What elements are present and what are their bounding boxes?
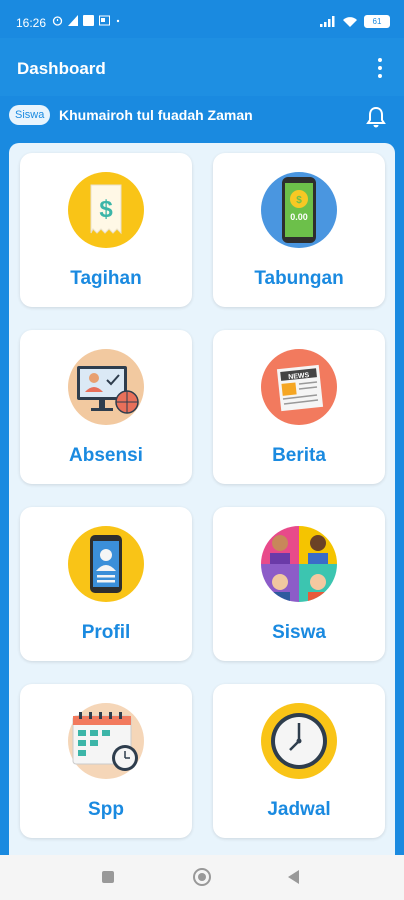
status-bar: 16:26 61: [0, 0, 404, 38]
menu-card-profil[interactable]: Profil: [20, 507, 192, 661]
menu-panel: $ Tagihan $ 0.00 Tabungan Absensi NEWS B…: [9, 143, 395, 855]
back-button[interactable]: [288, 870, 299, 884]
status-left-icons: [52, 15, 121, 26]
app-bar: Dashboard: [0, 38, 404, 96]
menu-card-siswa[interactable]: Siswa: [213, 507, 385, 661]
bell-icon[interactable]: [366, 106, 386, 128]
clock-icon: [261, 703, 337, 779]
menu-label: Profil: [81, 622, 131, 643]
page-title: Dashboard: [17, 59, 106, 78]
menu-label: Tabungan: [254, 268, 344, 289]
picture-icon: [99, 15, 110, 26]
status-right-icons: 61: [320, 15, 390, 28]
user-bar: Siswa Khumairoh tul fuadah Zaman: [0, 96, 404, 140]
user-name: Khumairoh tul fuadah Zaman: [59, 107, 253, 123]
svg-text:$: $: [296, 195, 302, 206]
menu-label: Tagihan: [70, 268, 142, 289]
status-time: 16:26: [16, 16, 47, 30]
menu-card-berita[interactable]: NEWS Berita: [213, 330, 385, 484]
home-button[interactable]: [193, 868, 211, 886]
dot-icon: [116, 19, 120, 23]
menu-label: Siswa: [272, 622, 326, 643]
notification-square-icon: [83, 15, 94, 26]
students-icon: [261, 526, 337, 602]
signal-mini-icon: [68, 15, 78, 26]
system-nav-bar: [0, 855, 404, 900]
bill-icon: $: [68, 172, 144, 248]
recents-button[interactable]: [102, 871, 114, 883]
svg-text:0.00: 0.00: [290, 212, 308, 222]
attendance-icon: [68, 349, 144, 425]
menu-card-jadwal[interactable]: Jadwal: [213, 684, 385, 838]
more-options-icon[interactable]: [376, 58, 384, 78]
battery-icon: 61: [364, 15, 390, 28]
alarm-icon: [52, 16, 63, 26]
profile-icon: [68, 526, 144, 602]
menu-label: Jadwal: [267, 799, 331, 820]
menu-label: Berita: [272, 445, 326, 466]
menu-label: Spp: [88, 799, 124, 820]
menu-card-tabungan[interactable]: $ 0.00 Tabungan: [213, 153, 385, 307]
menu-card-spp[interactable]: Spp: [20, 684, 192, 838]
menu-label: Absensi: [69, 445, 143, 466]
menu-card-tagihan[interactable]: $ Tagihan: [20, 153, 192, 307]
menu-card-absensi[interactable]: Absensi: [20, 330, 192, 484]
calendar-icon: [68, 703, 144, 779]
svg-text:$: $: [99, 196, 113, 223]
wifi-icon: [343, 16, 357, 27]
news-icon: NEWS: [261, 349, 337, 425]
role-badge: Siswa: [9, 105, 51, 125]
cell-signal-icon: [320, 16, 335, 27]
savings-phone-icon: $ 0.00: [261, 172, 337, 248]
